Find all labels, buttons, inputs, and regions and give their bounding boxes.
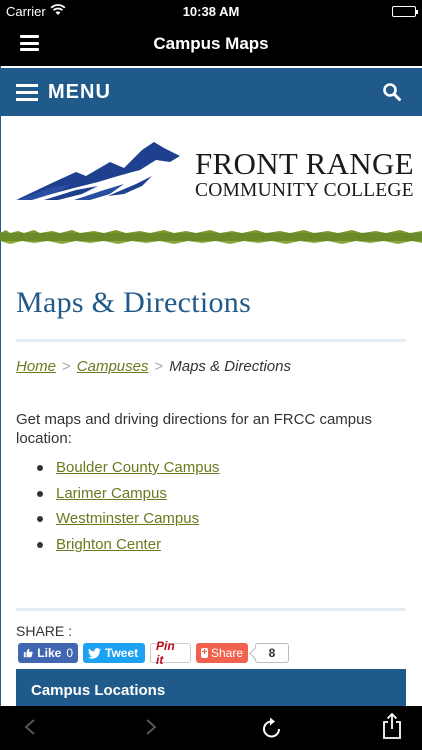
facebook-like-button[interactable]: Like 0 [18,643,78,663]
title-divider [16,339,406,342]
menu-icon [16,83,38,101]
like-count: 0 [66,646,73,660]
nav-title: Campus Maps [153,34,269,53]
reload-icon[interactable] [261,716,283,740]
share-icon[interactable] [381,712,403,740]
facebook-icon [23,648,33,658]
college-name-line2: COMMUNITY COLLEGE [195,180,414,201]
breadcrumb-home[interactable]: Home [16,358,56,375]
share-button-label: Share [210,646,243,660]
campus-locations-header[interactable]: Campus Locations [16,669,406,706]
app-nav-bar: Campus Maps [0,22,422,66]
share-buttons: Like 0 Tweet Pin it + Share 8 [18,639,289,667]
campus-link-boulder[interactable]: Boulder County Campus [56,458,219,478]
tweet-label: Tweet [105,646,139,660]
intro-text: Get maps and driving directions for an F… [16,411,372,447]
like-label: Like [37,646,62,660]
breadcrumb-campuses[interactable]: Campuses [77,358,149,375]
menu-button[interactable]: MENU [16,80,111,104]
search-icon[interactable] [382,82,402,102]
twitter-icon [88,647,101,659]
browser-toolbar [0,706,422,750]
breadcrumb-separator: > [62,358,71,375]
forward-arrow-icon[interactable] [143,716,159,738]
campus-link-larimer[interactable]: Larimer Campus [56,484,167,504]
college-logo[interactable]: FRONT RANGE COMMUNITY COLLEGE [0,116,422,230]
college-name-line1: FRONT RANGE [195,146,414,181]
plus-icon: + [201,647,208,658]
page-title: Maps & Directions [16,286,252,319]
back-arrow-icon[interactable] [22,716,38,738]
campus-link-brighton[interactable]: Brighton Center [56,535,161,555]
pin-it-button[interactable]: Pin it [150,639,191,667]
tweet-button[interactable]: Tweet [83,643,145,663]
share-count: 8 [255,643,289,663]
breadcrumb-separator: > [154,358,164,375]
breadcrumb-current: Maps & Directions [169,358,291,375]
share-button[interactable]: + Share [196,643,248,663]
clock: 10:38 AM [182,4,240,19]
site-menu-bar: MENU [0,68,422,116]
grass-divider [0,230,422,244]
web-content[interactable]: MENU FRONT RANGE COMMUNITY COLLEGE Maps … [0,66,422,706]
battery-icon [392,6,418,17]
menu-label: MENU [48,80,111,103]
breadcrumb: Home > Campuses > Maps & Directions [16,358,291,375]
share-label: SHARE : [16,623,73,639]
share-divider [16,608,406,611]
mountain-logo-icon [16,142,180,200]
pin-label: Pin it [156,639,175,667]
status-bar: Carrier 10:38 AM [0,0,422,22]
campus-link-westminster[interactable]: Westminster Campus [56,509,199,529]
